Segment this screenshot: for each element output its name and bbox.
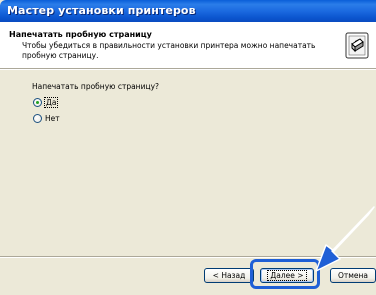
question-label: Напечатать пробную страницу? [32, 82, 159, 91]
radio-option-no[interactable]: Нет [33, 112, 60, 124]
radio-yes[interactable] [33, 97, 42, 107]
back-button[interactable]: < Назад [204, 268, 254, 283]
header-title: Напечатать пробную страницу [9, 30, 152, 39]
printer-wizard-icon [345, 32, 369, 59]
title-bar[interactable]: Мастер установки принтеров [0, 0, 376, 22]
header-description: Чтобы убедиться в правильности установки… [22, 41, 316, 60]
radio-yes-label[interactable]: Да [43, 96, 59, 108]
radio-option-yes[interactable]: Да [33, 96, 59, 108]
header-separator [0, 68, 376, 70]
radio-no[interactable] [33, 113, 42, 123]
blue-arrow-icon [315, 206, 375, 272]
radio-no-label[interactable]: Нет [45, 114, 60, 123]
wizard-header: Напечатать пробную страницу Чтобы убедит… [0, 22, 376, 68]
printer-wizard-window: Мастер установки принтеров Напечатать пр… [0, 0, 376, 295]
window-title: Мастер установки принтеров [7, 4, 196, 17]
